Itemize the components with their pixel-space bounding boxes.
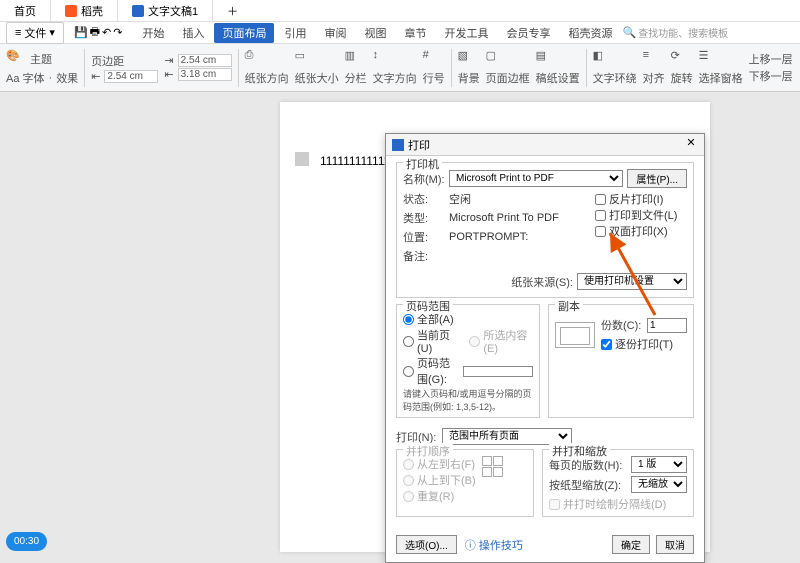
- qat-redo-icon[interactable]: ↷: [113, 26, 122, 39]
- draw-border-checkbox: [549, 499, 560, 510]
- menu-insert[interactable]: 插入: [174, 23, 212, 43]
- wrap-icon[interactable]: ◧: [593, 49, 613, 69]
- margin-left[interactable]: 2.54 cm: [104, 70, 158, 83]
- collate-preview-icon: [555, 322, 595, 348]
- border-icon[interactable]: ▢: [486, 49, 506, 69]
- tofile-checkbox[interactable]: [595, 210, 606, 221]
- tab-new[interactable]: ＋: [213, 0, 252, 21]
- fonts-button[interactable]: Aa 字体: [6, 70, 45, 86]
- printer-status: 空闲: [449, 191, 471, 207]
- menu-res[interactable]: 稻壳资源: [560, 23, 620, 43]
- ok-button[interactable]: 确定: [612, 535, 650, 554]
- copies-input[interactable]: [647, 318, 687, 333]
- file-menu[interactable]: ≡文件▾: [6, 22, 64, 44]
- reverse-checkbox[interactable]: [595, 194, 606, 205]
- order-lr-radio: [403, 459, 414, 470]
- menu-review[interactable]: 审阅: [316, 23, 354, 43]
- menu-vip[interactable]: 会员专享: [498, 23, 558, 43]
- range-pages-radio[interactable]: [403, 366, 414, 377]
- send-backward[interactable]: 下移一层: [749, 68, 793, 84]
- bring-forward[interactable]: 上移一层: [749, 51, 793, 67]
- printer-type: Microsoft Print To PDF: [449, 212, 559, 224]
- duplex-checkbox[interactable]: [595, 226, 606, 237]
- page-marker-icon: [295, 152, 309, 166]
- tips-link[interactable]: ⓘ 操作技巧: [465, 537, 523, 553]
- pages-per-sheet-select[interactable]: 1 版: [631, 456, 687, 473]
- qat-undo-icon[interactable]: ↶: [102, 26, 111, 39]
- tab-home[interactable]: 首页: [0, 0, 51, 21]
- dialog-title: 打印: [408, 137, 430, 153]
- margin-top[interactable]: 2.54 cm: [178, 54, 232, 67]
- grp-margin: 页边距 ⇤2.54 cm: [91, 53, 158, 83]
- time-badge: 00:30: [6, 532, 47, 551]
- orientation-icon[interactable]: ⎙: [245, 49, 265, 69]
- close-icon[interactable]: ✕: [684, 138, 698, 152]
- options-button[interactable]: 选项(O)...: [396, 535, 457, 554]
- order-repeat-radio: [403, 491, 414, 502]
- palette-icon[interactable]: 🎨: [6, 49, 26, 69]
- search-icon[interactable]: 🔍: [622, 26, 636, 39]
- tab-doc[interactable]: 文字文稿1: [118, 0, 213, 21]
- paper-source-select[interactable]: 使用打印机设置: [577, 273, 687, 290]
- scale-group: 并打和缩放 每页的版数(H):1 版 按纸型缩放(Z):无缩放 并打时绘制分隔线…: [542, 449, 694, 517]
- doc-icon: [132, 5, 144, 17]
- order-tb-radio: [403, 475, 414, 486]
- menu-dev[interactable]: 开发工具: [436, 23, 496, 43]
- properties-button[interactable]: 属性(P)...: [627, 169, 687, 188]
- qat-save-icon[interactable]: 💾: [74, 26, 88, 39]
- align-icon[interactable]: ≡: [643, 49, 663, 69]
- range-current-radio[interactable]: [403, 336, 414, 347]
- copies-group: 副本 份数(C): 逐份打印(T): [548, 304, 694, 418]
- qat-print-icon[interactable]: 🖶: [90, 23, 100, 42]
- ribbon: 🎨主题 Aa 字体·效果 页边距 ⇤2.54 cm ⇥2.54 cm ⇤3.18…: [0, 44, 800, 92]
- effects-button[interactable]: 效果: [56, 70, 78, 86]
- search-placeholder[interactable]: 查找功能、搜索模板: [638, 25, 728, 40]
- dialog-titlebar[interactable]: 打印 ✕: [386, 134, 704, 156]
- pages-input[interactable]: [463, 366, 533, 377]
- printer-where: PORTPROMPT:: [449, 231, 528, 243]
- selpane-icon[interactable]: ☰: [699, 49, 719, 69]
- printer-icon: [392, 139, 404, 151]
- grp-theme: 🎨主题 Aa 字体·效果: [6, 49, 78, 86]
- textdir-icon[interactable]: ↕: [373, 49, 393, 69]
- bg-icon[interactable]: ▧: [458, 49, 478, 69]
- scale-select[interactable]: 无缩放: [631, 476, 687, 493]
- printer-select[interactable]: Microsoft Print to PDF: [449, 170, 623, 187]
- menubar: ≡文件▾ 💾 🖶 ↶ ↷ 开始 插入 页面布局 引用 审阅 视图 章节 开发工具…: [0, 22, 800, 44]
- tab-app[interactable]: 稻壳: [51, 0, 118, 21]
- lineno-icon[interactable]: #: [423, 49, 443, 69]
- range-all-radio[interactable]: [403, 314, 414, 325]
- pages-note: 请键入页码和/或用逗号分隔的页码范围(例如: 1,3,5-12)。: [403, 387, 533, 413]
- cancel-button[interactable]: 取消: [656, 535, 694, 554]
- flame-icon: [65, 5, 77, 17]
- rotate-icon[interactable]: ⟳: [671, 49, 691, 69]
- order-preview-icon: [482, 456, 503, 504]
- order-group: 并打顺序 从左到右(F) 从上到下(B) 重复(R): [396, 449, 534, 517]
- range-group: 页码范围 全部(A) 当前页(U) 所选内容(E) 页码范围(G): 请键入页码…: [396, 304, 540, 418]
- columns-icon[interactable]: ▥: [345, 49, 365, 69]
- printer-group: 打印机 名称(M): Microsoft Print to PDF 属性(P).…: [396, 162, 694, 298]
- print-dialog: 打印 ✕ 打印机 名称(M): Microsoft Print to PDF 属…: [385, 133, 705, 563]
- paper-icon[interactable]: ▤: [536, 49, 556, 69]
- range-sel-radio: [469, 336, 480, 347]
- menu-layout[interactable]: 页面布局: [214, 23, 274, 43]
- pagesize-icon[interactable]: ▭: [295, 49, 315, 69]
- app-tabs: 首页 稻壳 文字文稿1 ＋: [0, 0, 800, 22]
- menu-ref[interactable]: 引用: [276, 23, 314, 43]
- menu-start[interactable]: 开始: [134, 23, 172, 43]
- menu-section[interactable]: 章节: [396, 23, 434, 43]
- menu-view[interactable]: 视图: [356, 23, 394, 43]
- collate-checkbox[interactable]: [601, 339, 612, 350]
- margin-bottom[interactable]: 3.18 cm: [178, 68, 232, 81]
